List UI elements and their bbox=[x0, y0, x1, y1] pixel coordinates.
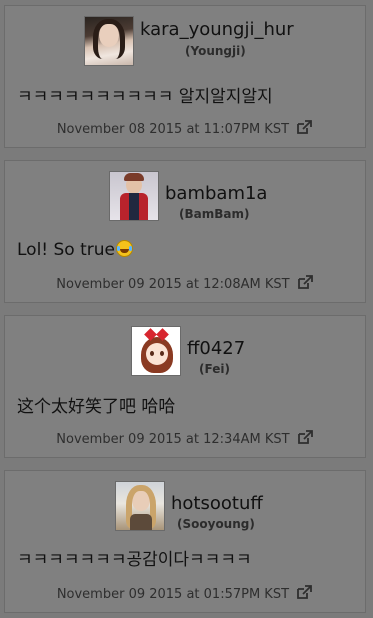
external-link-icon[interactable] bbox=[297, 275, 314, 295]
comment-header: kara_youngji_hur (Youngji) bbox=[84, 16, 294, 66]
comment-card: ff0427 (Fei) 这个太好笑了吧 哈哈 November 09 2015… bbox=[4, 315, 366, 458]
username[interactable]: ff0427 bbox=[187, 339, 245, 359]
comment-meta: November 09 2015 at 01:57PM KST bbox=[5, 585, 365, 605]
tears-of-joy-emoji-icon bbox=[116, 240, 133, 257]
username[interactable]: bambam1a bbox=[165, 184, 267, 204]
comment-card: bambam1a (BamBam) Lol! So true November … bbox=[4, 160, 366, 303]
username[interactable]: kara_youngji_hur bbox=[140, 20, 294, 40]
comment-card: kara_youngji_hur (Youngji) ㅋㅋㅋㅋㅋㅋㅋㅋㅋㅋ 알지… bbox=[4, 5, 366, 148]
comment-meta: November 08 2015 at 11:07PM KST bbox=[5, 120, 365, 140]
comment-card: hotsootuff (Sooyoung) ㅋㅋㅋㅋㅋㅋㅋ공감이다ㅋㅋㅋㅋ No… bbox=[4, 470, 366, 613]
avatar[interactable] bbox=[84, 16, 134, 66]
timestamp: November 09 2015 at 01:57PM KST bbox=[56, 587, 290, 602]
comment-message: ㅋㅋㅋㅋㅋㅋㅋ공감이다ㅋㅋㅋㅋ bbox=[17, 550, 252, 570]
avatar[interactable] bbox=[109, 171, 159, 221]
comment-message: ㅋㅋㅋㅋㅋㅋㅋㅋㅋㅋ 알지알지알지 bbox=[17, 87, 273, 107]
external-link-icon[interactable] bbox=[296, 120, 313, 140]
display-name: (Sooyoung) bbox=[177, 517, 255, 531]
external-link-icon[interactable] bbox=[296, 585, 313, 605]
timestamp: November 08 2015 at 11:07PM KST bbox=[56, 122, 290, 137]
comment-header: bambam1a (BamBam) bbox=[109, 171, 267, 221]
display-name: (Fei) bbox=[199, 362, 230, 376]
display-name: (Youngji) bbox=[185, 44, 246, 58]
username[interactable]: hotsootuff bbox=[171, 494, 263, 514]
timestamp: November 09 2015 at 12:34AM KST bbox=[56, 432, 290, 447]
external-link-icon[interactable] bbox=[297, 430, 314, 450]
message-text: Lol! So true bbox=[17, 240, 115, 260]
timestamp: November 09 2015 at 12:08AM KST bbox=[56, 277, 290, 292]
comment-message: 这个太好笑了吧 哈哈 bbox=[17, 397, 176, 417]
comment-meta: November 09 2015 at 12:34AM KST bbox=[5, 430, 365, 450]
comment-header: hotsootuff (Sooyoung) bbox=[115, 481, 263, 531]
comment-meta: November 09 2015 at 12:08AM KST bbox=[5, 275, 365, 295]
display-name: (BamBam) bbox=[179, 207, 250, 221]
avatar[interactable] bbox=[131, 326, 181, 376]
comment-message: Lol! So true bbox=[17, 239, 133, 261]
avatar[interactable] bbox=[115, 481, 165, 531]
comment-header: ff0427 (Fei) bbox=[131, 326, 245, 376]
